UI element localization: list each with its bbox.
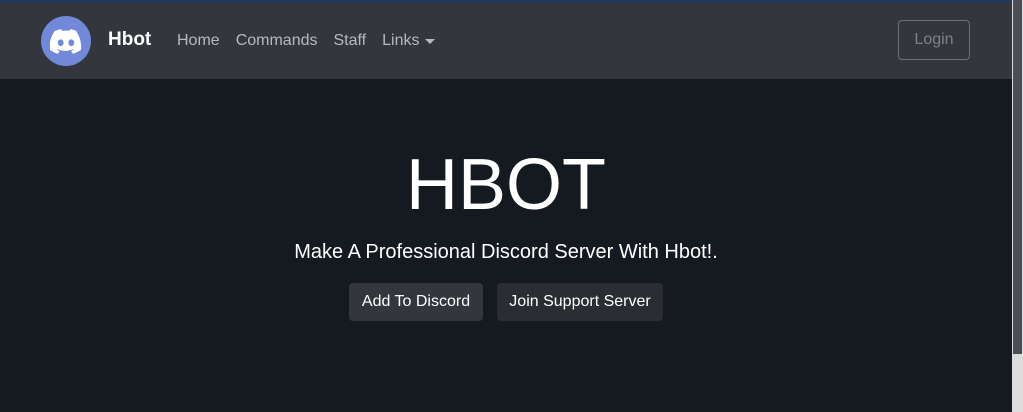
discord-logo-glyph [50,28,82,54]
join-support-server-button[interactable]: Join Support Server [497,283,663,321]
discord-logo-icon[interactable] [41,16,91,66]
add-to-discord-button[interactable]: Add To Discord [349,283,483,321]
nav-staff[interactable]: Staff [334,31,367,51]
hero-subtitle: Make A Professional Discord Server With … [294,241,718,263]
scrollbar[interactable] [1012,0,1023,412]
page: Hbot Home Commands Staff Links Login HBO… [0,0,1012,412]
nav-links: Home Commands Staff Links [177,31,451,51]
nav-commands[interactable]: Commands [236,31,318,51]
nav-home[interactable]: Home [177,31,220,51]
login-button[interactable]: Login [898,20,970,60]
hero-title: HBOT [405,145,606,225]
nav-links-dropdown[interactable]: Links [382,31,436,51]
navbar: Hbot Home Commands Staff Links Login [0,2,1012,79]
nav-links-label: Links [382,32,420,49]
brand-name[interactable]: Hbot [108,29,151,51]
caret-down-icon [425,39,436,44]
scrollbar-thumb[interactable] [1013,0,1022,354]
